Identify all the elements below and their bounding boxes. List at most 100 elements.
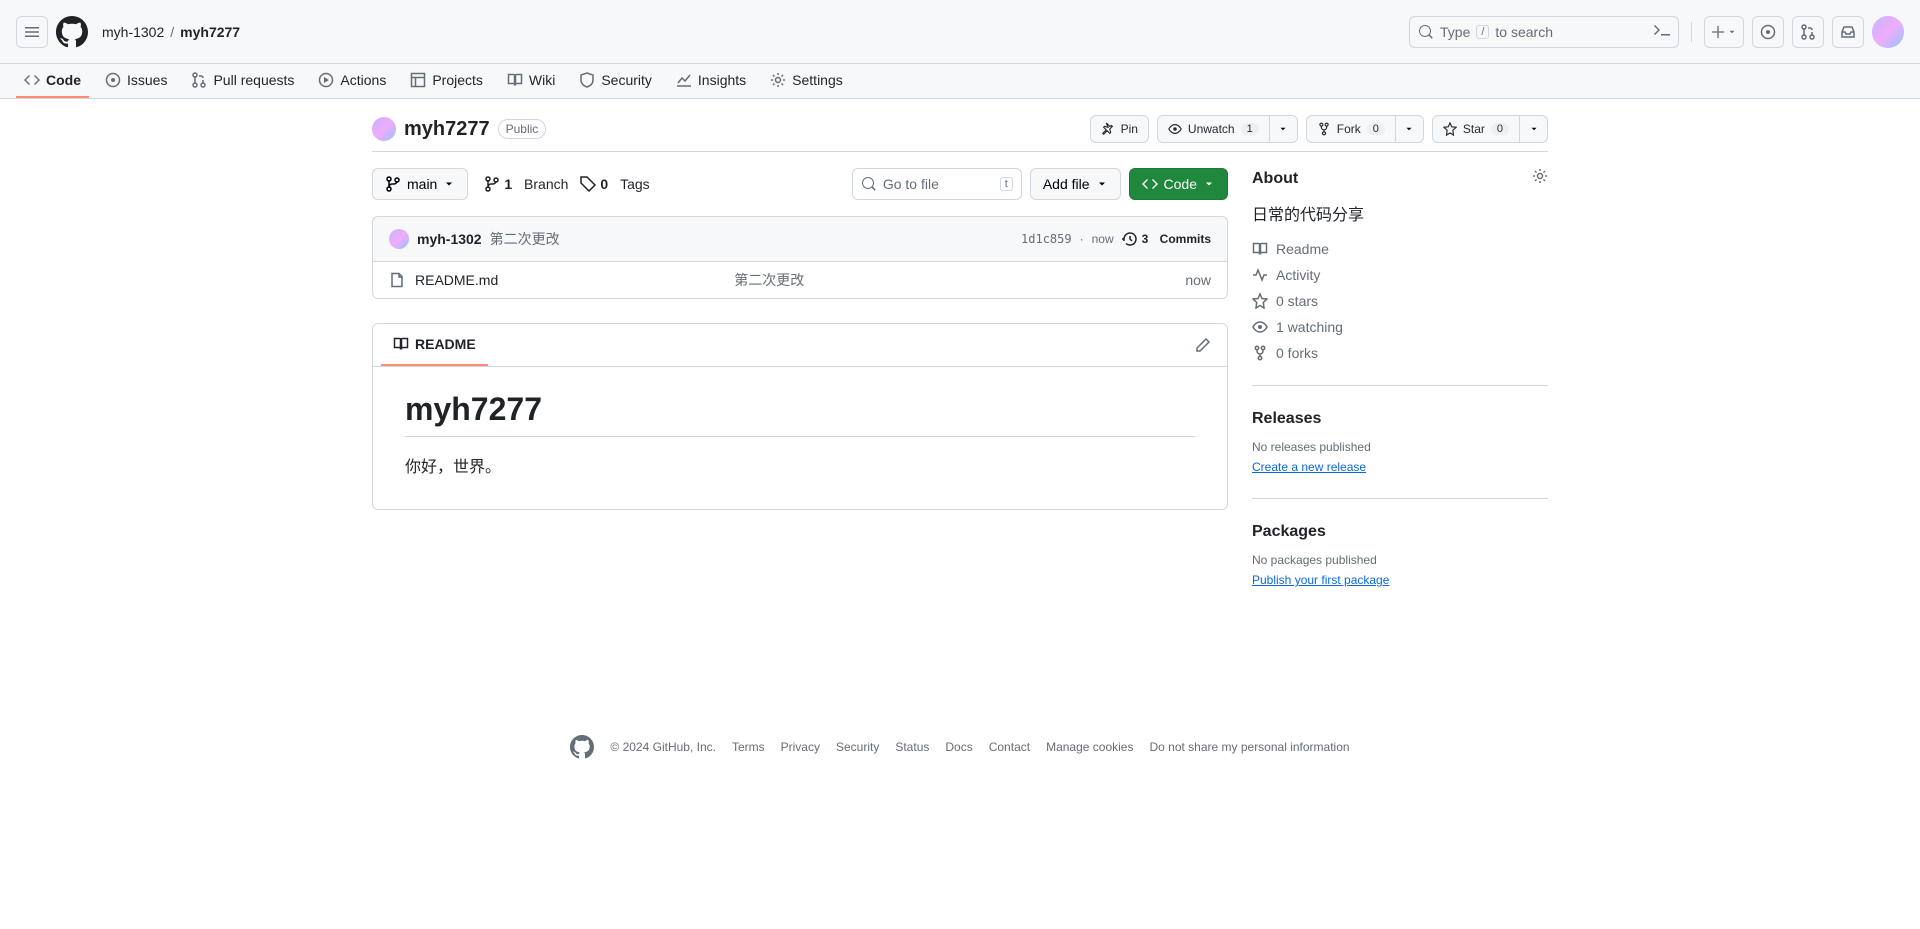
tab-pull-requests[interactable]: Pull requests [183,64,302,98]
publish-package-link[interactable]: Publish your first package [1252,573,1389,587]
file-row: README.md 第二次更改 now [373,262,1227,298]
file-icon [389,272,405,288]
commit-author[interactable]: myh-1302 [417,231,482,247]
commit-avatar[interactable] [389,229,409,249]
file-when: now [1185,272,1211,288]
tab-wiki[interactable]: Wiki [499,64,563,98]
repo-header: myh7277 Public Pin Unwatch1 Fork0 Star0 [372,99,1548,152]
code-button[interactable]: Code [1129,168,1228,200]
repo-name[interactable]: myh7277 [404,118,490,141]
global-header: myh-1302 / myh7277 Type / to search [0,0,1920,64]
tab-label: Security [601,72,652,88]
star-count: 0 [1491,123,1509,135]
breadcrumb-sep: / [170,24,174,40]
unwatch-button[interactable]: Unwatch1 [1157,115,1270,143]
eye-icon [1168,122,1182,136]
file-name[interactable]: README.md [389,272,734,288]
file-last-message[interactable]: 第二次更改 [734,270,1185,290]
footer-contact[interactable]: Contact [989,740,1030,754]
stars-link[interactable]: 0 stars [1252,293,1548,309]
tab-security[interactable]: Security [571,64,660,98]
fork-button[interactable]: Fork0 [1306,115,1396,143]
play-icon [318,72,334,88]
tab-projects[interactable]: Projects [402,64,491,98]
github-logo[interactable] [56,16,88,48]
footer-do-not-share[interactable]: Do not share my personal information [1149,740,1349,754]
breadcrumb-repo[interactable]: myh7277 [180,24,240,40]
add-file-label: Add file [1043,176,1090,192]
pullrequests-button[interactable] [1792,16,1824,48]
edit-about-button[interactable] [1532,168,1548,189]
fork-more[interactable] [1396,115,1424,143]
star-button[interactable]: Star0 [1432,115,1520,143]
branch-name: main [407,176,437,192]
file-search[interactable]: Go to file t [852,168,1022,200]
add-file-button[interactable]: Add file [1030,168,1121,200]
github-logo-icon[interactable] [570,735,594,759]
tab-settings[interactable]: Settings [762,64,851,98]
watch-more[interactable] [1270,115,1298,143]
caret-down-icon [443,178,455,190]
sidebar: About 日常的代码分享 Readme Activity 0 stars 1 … [1252,168,1548,635]
tags-link[interactable]: 0 Tags [580,176,649,192]
forks-link[interactable]: 0 forks [1252,345,1548,361]
footer-manage-cookies[interactable]: Manage cookies [1046,740,1133,754]
footer: © 2024 GitHub, Inc. Terms Privacy Securi… [372,695,1548,799]
hamburger-icon [24,24,40,40]
pin-button[interactable]: Pin [1090,115,1149,143]
issue-icon [105,72,121,88]
releases-title[interactable]: Releases [1252,410,1548,428]
fork-label: Fork [1337,122,1361,136]
copyright: © 2024 GitHub, Inc. [610,740,716,754]
about-title: About [1252,168,1548,189]
commit-message[interactable]: 第二次更改 [490,229,560,249]
readme-title: myh7277 [405,391,1195,437]
search-icon [1418,24,1434,40]
activity-link[interactable]: Activity [1252,267,1548,283]
search-kbd: t [1000,177,1013,191]
caret-down-icon [1096,178,1108,190]
add-menu[interactable] [1704,16,1744,48]
readme-link[interactable]: Readme [1252,241,1548,257]
menu-button[interactable] [16,16,48,48]
tag-icon [580,176,596,192]
tab-insights[interactable]: Insights [668,64,754,98]
latest-commit: myh-1302 第二次更改 1d1c859 · now 3 Commits [372,216,1228,262]
notifications-button[interactable] [1832,16,1864,48]
search-prefix: Type [1440,24,1470,40]
branch-selector[interactable]: main [372,168,468,200]
commits-link[interactable]: 3 Commits [1122,231,1211,247]
branch-icon [484,176,500,192]
user-avatar[interactable] [1872,16,1904,48]
issues-button[interactable] [1752,16,1784,48]
commit-hash[interactable]: 1d1c859 [1021,232,1072,246]
code-icon [24,72,40,88]
unwatch-label: Unwatch [1188,122,1235,136]
edit-readme-button[interactable] [1187,329,1219,361]
branches-link[interactable]: 1 Branch [484,176,568,192]
star-more[interactable] [1520,115,1548,143]
footer-docs[interactable]: Docs [945,740,972,754]
footer-status[interactable]: Status [895,740,929,754]
search-input[interactable]: Type / to search [1409,16,1679,48]
breadcrumb-owner[interactable]: myh-1302 [102,24,164,40]
readme-tab[interactable]: README [381,324,488,366]
tab-code[interactable]: Code [16,64,89,98]
gear-icon [1532,168,1548,184]
packages-title[interactable]: Packages [1252,523,1548,541]
create-release-link[interactable]: Create a new release [1252,460,1366,474]
tab-label: Actions [340,72,386,88]
tab-issues[interactable]: Issues [97,64,175,98]
breadcrumb: myh-1302 / myh7277 [102,24,240,40]
tab-label: Issues [127,72,167,88]
releases-note: No releases published [1252,440,1548,454]
footer-privacy[interactable]: Privacy [781,740,820,754]
graph-icon [676,72,692,88]
caret-down-icon [1529,124,1539,134]
footer-security[interactable]: Security [836,740,879,754]
book-icon [1252,241,1268,257]
footer-terms[interactable]: Terms [732,740,765,754]
watching-link[interactable]: 1 watching [1252,319,1548,335]
pencil-icon [1195,337,1211,353]
tab-actions[interactable]: Actions [310,64,394,98]
